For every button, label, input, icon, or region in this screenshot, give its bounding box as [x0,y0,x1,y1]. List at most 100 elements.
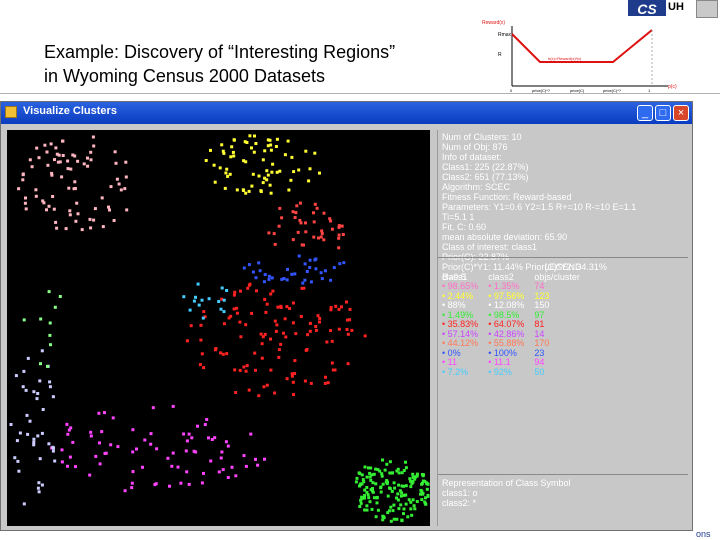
cluster-point [200,298,204,302]
cluster-point [34,188,38,192]
cluster-point [400,484,404,488]
cluster-point [220,143,224,147]
cluster-point [326,381,330,385]
cluster-point [379,486,383,490]
legend-cell-c1: • 7.2% [442,366,469,377]
cluster-point [103,411,106,415]
cluster-point [100,430,104,434]
logo-uh: UH [668,1,684,13]
cluster-point [247,388,251,392]
cluster-point [283,317,287,321]
cluster-point [124,175,128,179]
cluster-point [368,500,372,504]
cluster-point [71,153,75,157]
cluster-point [316,314,320,318]
cluster-point [372,472,376,476]
cluster-point [222,310,226,314]
cluster-point [197,303,201,307]
cluster-point [304,221,307,225]
cluster-point [290,372,294,376]
cluster-point [244,369,248,373]
cluster-point [274,329,278,333]
cluster-point [409,507,413,511]
cluster-point [380,472,384,476]
cluster-point [334,304,338,308]
cluster-point [36,434,40,438]
cluster-point [263,176,267,180]
cluster-point [93,207,97,211]
cluster-point [381,518,385,522]
cluster-point [217,470,221,474]
cluster-point [324,375,327,379]
cluster-point [258,269,262,273]
cluster-point [379,490,383,494]
cluster-point [249,432,253,436]
cluster-point [36,486,40,490]
cluster-point [92,144,96,148]
close-button[interactable]: × [673,105,689,121]
legend-title: LEGEND [544,262,582,272]
cluster-point [350,328,354,332]
cluster-point [71,440,75,444]
cluster-point [16,459,20,463]
cluster-point [357,471,361,475]
window-titlebar[interactable]: Visualize Clusters _ □ × [1,102,692,124]
cluster-point [209,459,213,463]
cluster-point [337,225,341,229]
cluster-point [232,154,236,158]
cluster-point [114,161,118,165]
cluster-point [273,319,277,323]
cluster-point [86,164,90,168]
cluster-point [66,432,70,436]
cluster-point [199,338,203,342]
cluster-point [202,310,206,314]
cluster-point [370,507,374,511]
cluster-point [363,488,367,492]
cluster-point [51,449,55,453]
cluster-point [363,334,367,338]
cluster-point [400,491,404,495]
cluster-point [397,507,401,511]
cluster-point [28,419,32,423]
cluster-point [402,493,406,497]
cluster-point [209,148,212,152]
cluster-point [230,465,234,469]
cluster-point [233,290,237,294]
cluster-point [367,466,370,470]
cluster-point [263,149,267,153]
cluster-point [279,342,283,346]
cluster-point [234,391,238,394]
cluster-point [155,447,159,451]
minimize-button[interactable]: _ [637,105,653,121]
cluster-point [329,219,333,223]
cluster-point [397,471,401,475]
cluster-point [204,159,208,162]
cluster-point [218,166,222,170]
cluster-point [323,381,327,385]
stats-line: Class of interest: class1 [442,242,538,252]
cluster-plot[interactable] [7,130,430,526]
cluster-point [185,339,189,343]
cluster-point [250,146,253,150]
cluster-point [318,320,321,324]
cluster-point [46,364,49,368]
cluster-point [320,232,324,236]
cluster-point [187,432,191,436]
cluster-point [268,138,272,142]
cluster-point [383,468,387,472]
cluster-point [392,503,396,507]
cluster-point [286,267,289,271]
window-title: Visualize Clusters [23,105,117,117]
cluster-point [141,465,144,469]
java-app-icon [5,106,17,118]
cluster-point [309,280,313,284]
cluster-point [246,286,250,290]
cluster-point [330,361,334,365]
cluster-point [318,317,322,320]
cluster-point [297,254,301,258]
maximize-button[interactable]: □ [655,105,671,121]
cluster-point [109,185,113,189]
logo-box [696,0,718,18]
cluster-point [21,385,25,389]
stats-line: Class2: 651 (77.13%) [442,172,529,182]
